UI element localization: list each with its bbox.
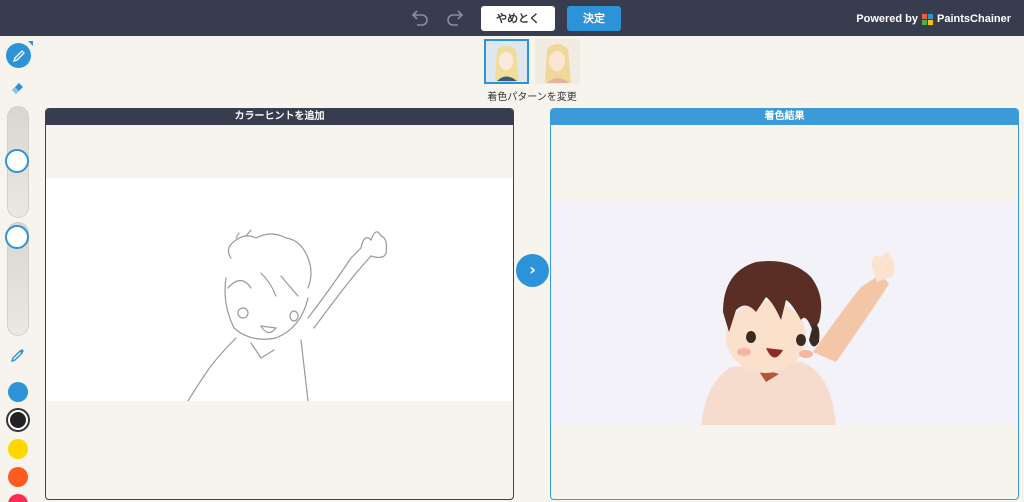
pen-tool-button[interactable] (6, 41, 33, 68)
redo-icon[interactable] (445, 8, 467, 28)
top-bar: やめとく 決定 Powered by PaintsChainer (0, 0, 1024, 36)
colorized-image (551, 202, 1018, 425)
result-panel-title: 着色結果 (551, 109, 1018, 125)
colorized-result-canvas (551, 202, 1018, 425)
eraser-icon (12, 83, 23, 94)
colorize-arrow-button[interactable]: › (516, 254, 549, 287)
undo-icon[interactable] (408, 8, 430, 28)
eraser-tool-button[interactable] (9, 78, 27, 96)
brush-size-knob[interactable] (5, 149, 29, 173)
pattern-thumbnail-2[interactable] (535, 39, 580, 84)
result-panel: 着色結果 (550, 108, 1019, 500)
confirm-button[interactable]: 決定 (567, 6, 621, 31)
paintschainer-logo-icon (922, 13, 934, 25)
color-swatch-orange[interactable] (8, 467, 28, 487)
powered-by-credit[interactable]: Powered by PaintsChainer (856, 12, 1011, 26)
pattern-preview-image (486, 41, 527, 82)
brush-size-slider[interactable] (5, 106, 29, 218)
chevron-right-icon: › (529, 260, 536, 279)
pattern-preview-image (535, 39, 580, 84)
color-swatch-yellow[interactable] (8, 439, 28, 459)
powered-by-label: Powered by (856, 13, 919, 25)
change-pattern-label: 着色パターンを変更 (487, 92, 577, 103)
hint-panel-title: カラーヒントを追加 (46, 109, 513, 125)
opacity-knob[interactable] (5, 225, 29, 249)
cancel-button[interactable]: やめとく (481, 6, 555, 31)
pen-icon (12, 49, 25, 62)
color-swatch-black[interactable] (8, 410, 28, 430)
eyedropper-tool-button[interactable] (9, 346, 27, 364)
line-art-image (187, 229, 388, 401)
opacity-slider[interactable] (5, 222, 29, 336)
hint-canvas-panel: カラーヒントを追加 (45, 108, 514, 500)
line-art-canvas[interactable] (46, 178, 513, 401)
brand-name: PaintsChainer (937, 13, 1011, 25)
color-swatch-blue[interactable] (8, 382, 28, 402)
eyedropper-icon (10, 349, 24, 363)
pattern-thumbnail-1[interactable] (484, 39, 529, 84)
